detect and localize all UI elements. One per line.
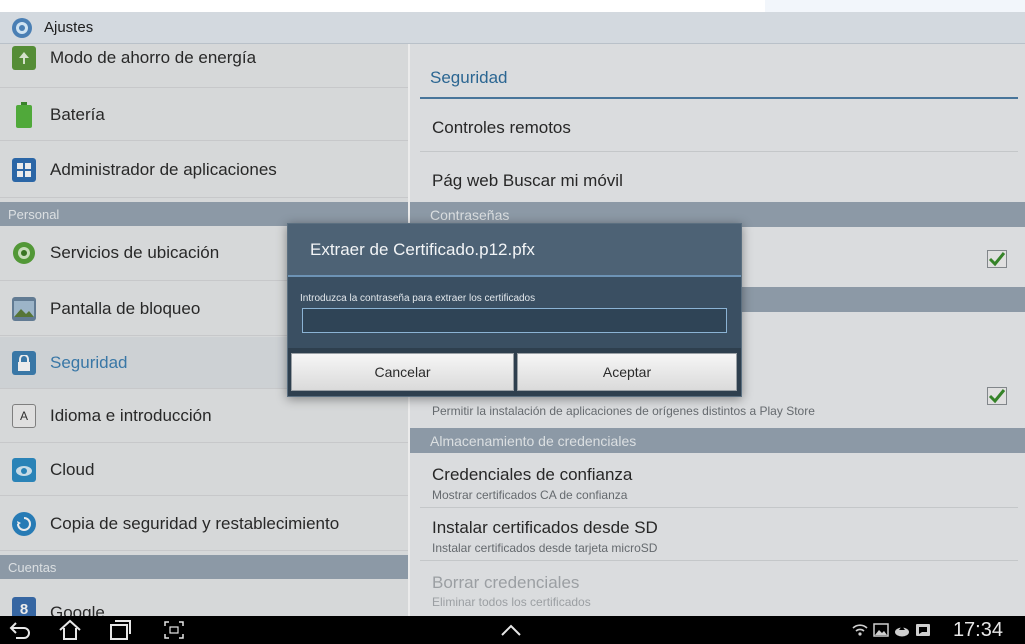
cancel-button[interactable]: Cancelar xyxy=(291,353,514,391)
system-navigation-bar: 17:34 xyxy=(0,616,1025,644)
upload-icon xyxy=(894,622,910,638)
wifi-icon xyxy=(852,622,868,638)
dialog-message: Introduzca la contraseña para extraer lo… xyxy=(300,293,536,304)
status-clock: 17:34 xyxy=(952,619,1003,641)
screenshot-icon[interactable] xyxy=(160,618,188,642)
settings-gear-icon[interactable] xyxy=(10,16,34,40)
gallery-icon xyxy=(873,622,889,638)
dialog-title: Extraer de Certificado.p12.pfx xyxy=(288,224,741,277)
home-icon[interactable] xyxy=(56,618,84,642)
recent-apps-icon[interactable] xyxy=(106,618,134,642)
accept-button[interactable]: Aceptar xyxy=(517,353,737,391)
certificate-password-dialog: Extraer de Certificado.p12.pfx Introduzc… xyxy=(287,223,742,397)
action-bar: Ajustes xyxy=(0,12,1025,44)
top-gutter xyxy=(0,0,1025,12)
back-icon[interactable] xyxy=(6,618,34,642)
notification-icon xyxy=(915,622,931,638)
chevron-up-icon[interactable] xyxy=(497,618,525,642)
app-title: Ajustes xyxy=(44,19,94,36)
password-input[interactable] xyxy=(302,308,727,333)
screen-glare xyxy=(765,0,1025,12)
dialog-button-bar: Cancelar Aceptar xyxy=(288,348,741,396)
